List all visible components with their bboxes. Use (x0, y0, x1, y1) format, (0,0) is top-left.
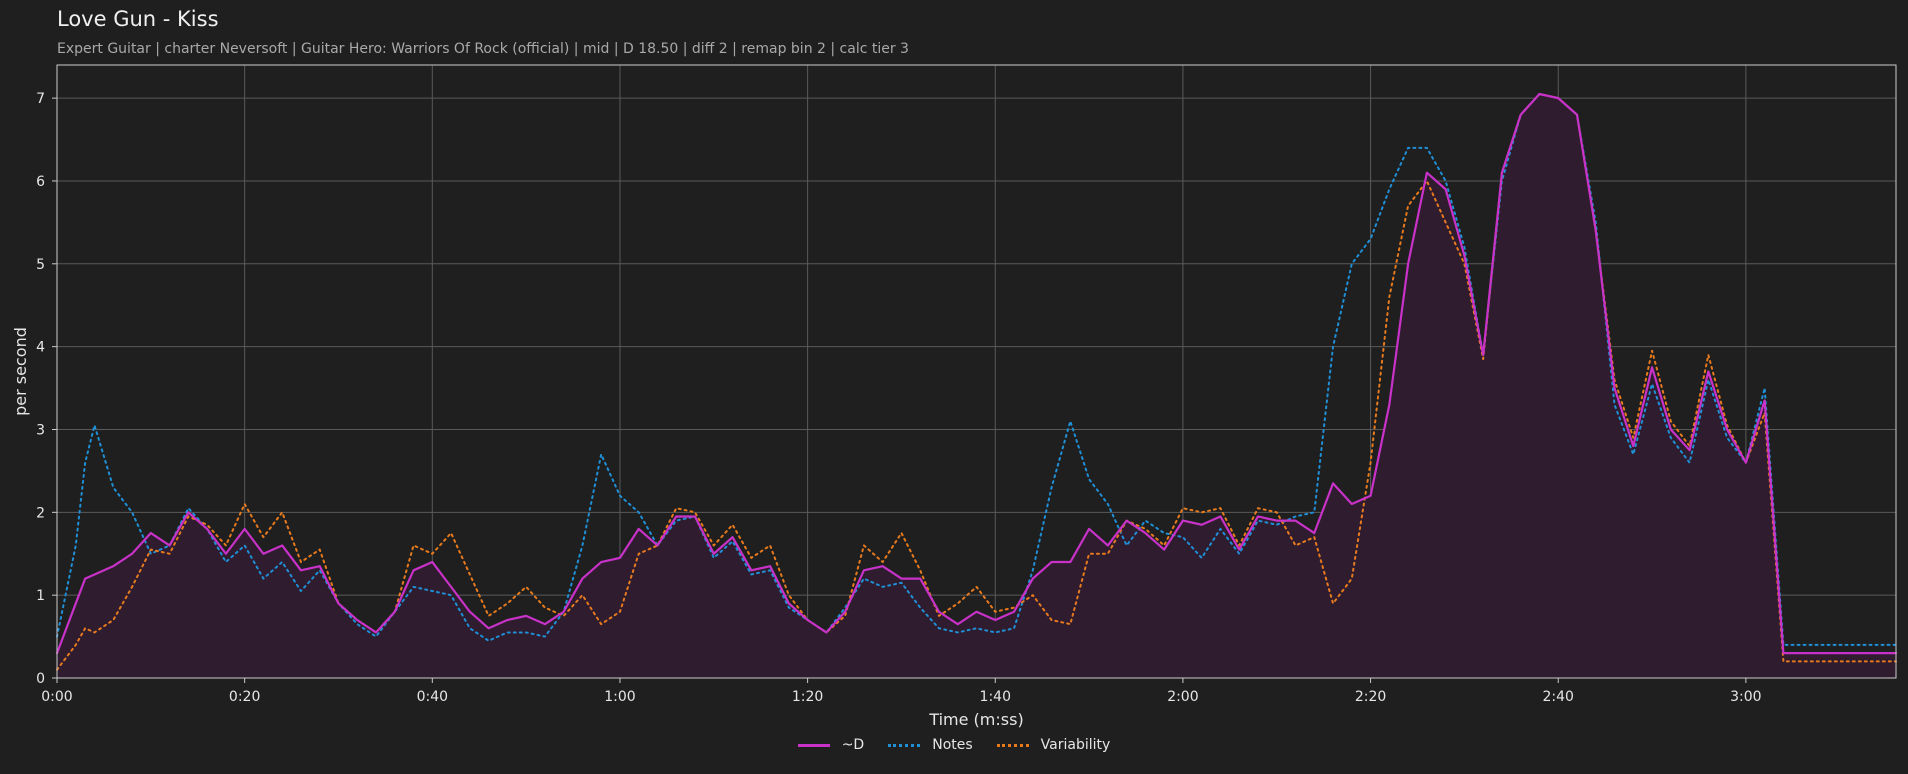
y-tick-label: 7 (36, 91, 45, 107)
legend-swatch (996, 743, 1029, 747)
x-tick-label: 0:00 (41, 689, 72, 705)
y-tick-label: 3 (36, 422, 45, 438)
legend-label: Variability (1040, 737, 1111, 753)
x-tick-label: 0:40 (417, 689, 448, 705)
x-tick-label: 2:20 (1355, 689, 1386, 705)
legend-item: ~D (797, 737, 865, 753)
legend-label: Notes (932, 737, 973, 753)
chart-canvas: 0:00 0:20 0:40 1:00 1:20 1:40 2:00 2:20 2:40 3:00… (11, 64, 1898, 729)
legend-swatch (888, 743, 921, 747)
x-tick-label: 1:00 (604, 689, 635, 705)
x-tick-label: 2:00 (1167, 689, 1198, 705)
legend-item: Notes (888, 737, 973, 753)
y-axis-label: per second (11, 327, 30, 416)
x-tick-label: 3:00 (1730, 689, 1761, 705)
x-tick-label: 1:40 (980, 689, 1011, 705)
y-tick-label: 1 (36, 588, 45, 604)
x-axis-label: Time (m:ss) (928, 710, 1023, 729)
legend-swatch (797, 743, 830, 747)
y-tick-label: 0 (36, 671, 45, 687)
x-tick-label: 2:40 (1542, 689, 1573, 705)
y-tick-label: 4 (36, 340, 45, 356)
legend-label: ~D (841, 737, 865, 753)
y-tick-label: 2 (36, 505, 45, 521)
legend-item: Variability (996, 737, 1111, 753)
chart-legend: ~D Notes Variability (0, 737, 1908, 753)
x-tick-label: 0:20 (229, 689, 260, 705)
x-tick-label: 1:20 (792, 689, 823, 705)
y-tick-label: 5 (36, 257, 45, 273)
y-tick-label: 6 (36, 174, 45, 190)
